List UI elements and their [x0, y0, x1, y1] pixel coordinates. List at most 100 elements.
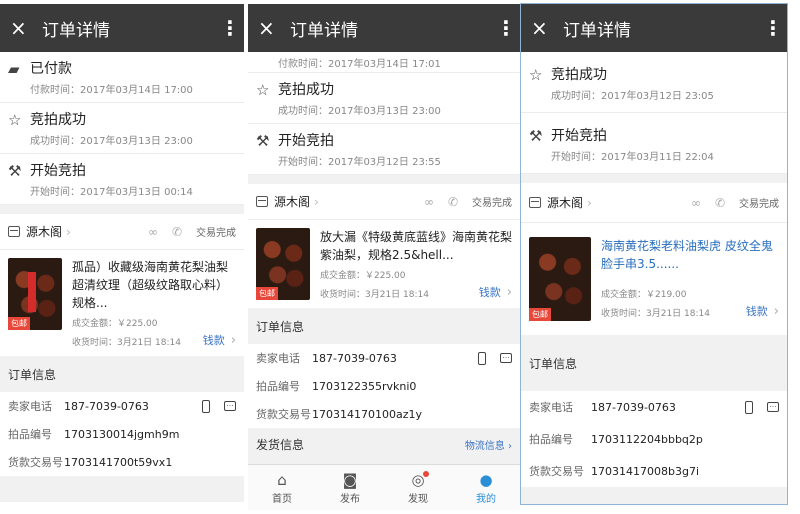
tab-label: 首页: [272, 494, 292, 505]
phone-call-icon[interactable]: ✆: [715, 196, 725, 210]
deal-amount: 成交金额：￥225.00: [320, 271, 406, 281]
item-thumbnail: 包邮: [256, 228, 310, 300]
seller-phone-row: 卖家电话 187-7039-0763 …: [0, 392, 244, 420]
shop-name: 源木阁: [547, 196, 584, 210]
event-title: 已付款: [30, 61, 72, 77]
binoculars-icon[interactable]: ∞: [424, 195, 434, 209]
event-title: 竞拍成功: [278, 82, 334, 98]
chevron-right-icon: ›: [314, 194, 319, 209]
binoculars-icon[interactable]: ∞: [148, 225, 158, 239]
payment-link[interactable]: 钱款: [479, 286, 501, 299]
event-title: 竞拍成功: [551, 67, 607, 83]
item-name: 海南黄花梨老料油梨虎 皮纹全鬼脸手串3.5......: [601, 239, 773, 271]
transaction-number-row: 货款交易号 1703141700t59vx1: [0, 448, 244, 476]
message-icon[interactable]: …: [767, 402, 779, 412]
row-value: 1703130014jgmh9m: [64, 427, 180, 441]
message-icon[interactable]: …: [500, 353, 512, 363]
timeline-auction-start: ⚒ 开始竞拍 开始时间：2017年03月11日 22:04: [521, 113, 787, 174]
item-info: 放大漏《特级黄底蓝线》海南黄花梨紫油梨，规格2.5&hell... 成交金额：￥…: [320, 228, 512, 300]
close-icon[interactable]: ×: [10, 16, 36, 40]
order-info-header: 订单信息: [0, 356, 244, 392]
gavel-icon: ⚒: [529, 127, 543, 145]
close-icon[interactable]: ×: [531, 16, 557, 40]
shop-icon: [8, 226, 20, 237]
event-title: 开始竞拍: [30, 163, 86, 179]
event-time: 成功时间：2017年03月13日 23:00: [30, 136, 193, 147]
item-thumbnail: 包邮: [529, 237, 591, 321]
row-value: 187-7039-0763: [312, 351, 397, 365]
phone-call-icon[interactable]: ✆: [172, 225, 182, 239]
mobile-icon[interactable]: [745, 400, 753, 414]
tab-publish[interactable]: ◙ 发布: [316, 465, 384, 510]
tab-label: 我的: [476, 494, 496, 505]
mobile-icon[interactable]: [202, 399, 210, 413]
camera-icon: ◙: [342, 471, 358, 489]
wallet-icon: ▰: [8, 60, 20, 78]
timeline-auction-won: ☆ 竞拍成功 成功时间：2017年03月13日 23:00: [248, 73, 520, 124]
more-menu-icon[interactable]: ⋮: [220, 16, 240, 40]
timeline-auction-won: ☆ 竞拍成功 成功时间：2017年03月12日 23:05: [521, 52, 787, 113]
item-info: 海南黄花梨老料油梨虎 皮纹全鬼脸手串3.5...... 成交金额：￥219.00…: [601, 237, 779, 321]
receive-row: 收货时间：3月21日 18:14 钱款 ›: [601, 300, 779, 319]
more-menu-icon[interactable]: ⋮: [763, 16, 783, 40]
order-status: 交易完成: [472, 198, 512, 209]
top-bar: × 订单详情 ⋮: [521, 4, 787, 52]
star-icon: ☆: [256, 81, 270, 99]
order-detail-screen-1: × 订单详情 ⋮ ▰ 已付款 付款时间：2017年03月14日 17:00 ☆ …: [0, 4, 244, 502]
order-detail-screen-2: × 订单详情 ⋮ 付款时间：2017年03月14日 17:01 ☆ 竞拍成功 成…: [248, 4, 520, 510]
shipping-info-header: 发货信息 物流信息 ›: [248, 428, 520, 460]
star-icon: ☆: [529, 66, 543, 84]
chevron-right-icon: ›: [506, 285, 512, 300]
tab-home[interactable]: ⌂ 首页: [248, 465, 316, 510]
top-bar: × 订单详情 ⋮: [248, 4, 520, 52]
logistics-link[interactable]: 物流信息 ›: [465, 437, 512, 452]
chevron-right-icon: ›: [230, 333, 236, 348]
tab-discover[interactable]: ◎ 发现: [384, 465, 452, 510]
timeline-auction-won: ☆ 竞拍成功 成功时间：2017年03月13日 23:00: [0, 103, 244, 154]
tab-label: 发现: [408, 494, 428, 505]
event-time: 开始时间：2017年03月11日 22:04: [551, 152, 714, 163]
timeline-auction-start: ⚒ 开始竞拍 开始时间：2017年03月12日 23:55: [248, 124, 520, 175]
page-title: 订单详情: [563, 20, 631, 41]
item-name: 孤品）收藏级海南黄花梨油梨超清纹理（超级纹路取心料）规格...: [72, 260, 229, 310]
more-menu-icon[interactable]: ⋮: [496, 16, 516, 40]
order-status: 交易完成: [196, 228, 236, 239]
item-name: 放大漏《特级黄底蓝线》海南黄花梨紫油梨，规格2.5&hell...: [320, 230, 513, 262]
deal-amount: 成交金额：￥219.00: [601, 290, 687, 300]
lot-number-row: 拍品编号 1703122355rvkni0: [248, 372, 520, 400]
phone-call-icon[interactable]: ✆: [448, 195, 458, 209]
order-item[interactable]: 包邮 海南黄花梨老料油梨虎 皮纹全鬼脸手串3.5...... 成交金额：￥219…: [521, 223, 787, 335]
bottom-tab-bar: ⌂ 首页 ◙ 发布 ◎ 发现 ● 我的: [248, 464, 520, 510]
gavel-icon: ⚒: [256, 132, 270, 150]
gavel-icon: ⚒: [8, 162, 22, 180]
mobile-icon[interactable]: [478, 351, 486, 365]
row-label: 卖家电话: [529, 401, 573, 414]
event-time: 开始时间：2017年03月13日 00:14: [30, 187, 193, 198]
free-shipping-badge: 包邮: [256, 287, 278, 300]
order-item[interactable]: 包邮 放大漏《特级黄底蓝线》海南黄花梨紫油梨，规格2.5&hell... 成交金…: [248, 220, 520, 308]
order-item[interactable]: 包邮 孤品）收藏级海南黄花梨油梨超清纹理（超级纹路取心料）规格... 成交金额：…: [0, 250, 244, 356]
event-time: 付款时间：2017年03月14日 17:00: [30, 85, 193, 96]
receive-row: 收货时间：3月21日 18:14 钱款 ›: [72, 329, 236, 348]
row-label: 卖家电话: [256, 352, 300, 365]
order-detail-screen-3: × 订单详情 ⋮ ☆ 竞拍成功 成功时间：2017年03月12日 23:05 ⚒…: [520, 3, 788, 505]
close-icon[interactable]: ×: [258, 16, 284, 40]
binoculars-icon[interactable]: ∞: [691, 196, 701, 210]
deal-amount: 成交金额：￥225.00: [72, 319, 158, 329]
tassel-decoration: [28, 272, 36, 312]
tab-mine[interactable]: ● 我的: [452, 465, 520, 510]
payment-link[interactable]: 钱款: [203, 334, 225, 347]
row-value: 1703112204bbbq2p: [591, 432, 703, 446]
lot-number-row: 拍品编号 1703112204bbbq2p: [521, 423, 787, 455]
transaction-number-row: 货款交易号 17031417008b3g7i: [521, 455, 787, 487]
payment-link[interactable]: 钱款: [746, 305, 768, 318]
order-status: 交易完成: [739, 199, 779, 210]
shop-icon: [529, 197, 541, 208]
receive-time: 收货时间：3月21日 18:14: [320, 290, 429, 300]
shop-header[interactable]: 源木阁 › ∞ ✆ 交易完成: [248, 184, 520, 220]
message-icon[interactable]: …: [224, 401, 236, 411]
shop-header[interactable]: 源木阁 › ∞ ✆ 交易完成: [0, 214, 244, 250]
shop-header[interactable]: 源木阁 › ∞ ✆ 交易完成: [521, 183, 787, 223]
page-title: 订单详情: [42, 20, 110, 41]
divider: [248, 175, 520, 184]
